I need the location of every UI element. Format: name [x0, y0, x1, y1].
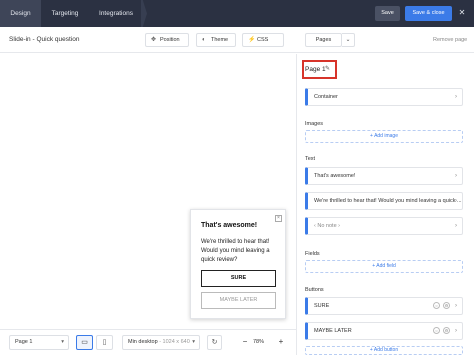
popup-sure-button[interactable]: SURE	[201, 270, 276, 287]
chevron-down-icon[interactable]: ⌄	[342, 33, 355, 47]
css-button[interactable]: ⚡ CSS	[242, 33, 284, 47]
edit-icon[interactable]: ✎	[325, 65, 330, 72]
position-button[interactable]: ✥ Position	[145, 33, 189, 47]
text-item[interactable]: ‹ No note › ›	[305, 217, 463, 235]
add-image-button[interactable]: + Add image	[305, 130, 463, 143]
reset-icon[interactable]: ↻	[207, 335, 222, 350]
canvas-footer: Page 1 ▾ ▭ ▯ Min desktop - 1024 x 640 ▾ …	[0, 329, 296, 355]
tab-separator	[141, 0, 147, 27]
button-item[interactable]: MAYBE LATER ○ ⚙ ›	[305, 322, 463, 340]
add-button-button[interactable]: + Add button	[305, 346, 463, 355]
close-icon[interactable]: ×	[275, 215, 282, 222]
zoom-out-button[interactable]: −	[239, 335, 251, 350]
text-item[interactable]: That's awesome! ›	[305, 167, 463, 185]
mobile-icon[interactable]: ▯	[96, 335, 113, 350]
save-button[interactable]: Save	[375, 6, 400, 21]
container-row[interactable]: Container ›	[305, 88, 463, 106]
theme-icon: ◐	[202, 37, 206, 43]
tab-targeting[interactable]: Targeting	[41, 0, 89, 27]
pages-button[interactable]: Pages	[305, 33, 342, 47]
zoom-level: 78%	[253, 339, 265, 345]
close-icon[interactable]: ✕	[457, 8, 467, 18]
viewport-dims: - 1024 x 640	[159, 339, 190, 345]
slide-in-popup: × That's awesome! We're thrilled to hear…	[190, 209, 286, 319]
buttons-section-label: Buttons	[305, 287, 324, 293]
theme-button[interactable]: ◐ Theme	[196, 33, 236, 47]
page-select-value: Page 1	[15, 339, 33, 345]
add-field-button[interactable]: + Add field	[305, 260, 463, 273]
viewport-label: Min desktop	[128, 339, 158, 345]
visibility-icon[interactable]: ○	[433, 327, 440, 334]
chevron-right-icon: ›	[455, 223, 457, 229]
position-icon: ✥	[151, 37, 157, 43]
text-item-label: That's awesome!	[314, 173, 356, 179]
popup-body: We're thrilled to hear that! Would you m…	[201, 239, 270, 263]
theme-label: Theme	[211, 37, 229, 43]
viewport-select[interactable]: Min desktop - 1024 x 640 ▾	[122, 335, 200, 350]
tab-design[interactable]: Design	[0, 0, 41, 27]
editor-toolbar: Slide-in - Quick question ✥ Position ◐ T…	[0, 27, 474, 53]
button-item[interactable]: SURE ○ ⚙ ›	[305, 297, 463, 315]
save-close-button[interactable]: Save & close	[405, 6, 452, 21]
chevron-right-icon: ›	[455, 328, 457, 334]
visibility-icon[interactable]: ○	[433, 302, 440, 309]
popup-maybe-later-button[interactable]: MAYBE LATER	[201, 292, 276, 309]
button-item-label: MAYBE LATER	[314, 328, 352, 334]
chevron-right-icon: ›	[455, 303, 457, 309]
popup-title: That's awesome!	[201, 222, 258, 229]
container-label: Container	[314, 94, 338, 100]
chevron-down-icon: ▾	[61, 339, 64, 345]
tab-integrations[interactable]: Integrations	[89, 0, 143, 27]
button-item-label: SURE	[314, 303, 330, 309]
desktop-icon[interactable]: ▭	[76, 335, 93, 350]
text-item-label: ‹ No note ›	[314, 223, 340, 229]
chevron-right-icon: ›	[455, 198, 457, 204]
page-name: Page 1	[305, 66, 326, 73]
position-label: Position	[160, 37, 180, 43]
css-label: CSS	[257, 37, 269, 43]
top-nav: Design Targeting Integrations Save Save …	[0, 0, 474, 27]
text-section-label: Text	[305, 156, 316, 162]
chevron-right-icon: ›	[455, 173, 457, 179]
remove-page-link[interactable]: Remove page	[433, 37, 467, 43]
fields-section-label: Fields	[305, 251, 320, 257]
settings-icon[interactable]: ⚙	[443, 327, 450, 334]
page-select[interactable]: Page 1 ▾	[9, 335, 69, 350]
css-icon: ⚡	[248, 37, 256, 43]
zoom-in-button[interactable]: +	[275, 335, 287, 350]
images-section-label: Images	[305, 121, 324, 127]
settings-icon[interactable]: ⚙	[443, 302, 450, 309]
campaign-title: Slide-in - Quick question	[9, 36, 80, 43]
text-item[interactable]: We're thrilled to hear that! Would you m…	[305, 192, 463, 210]
chevron-down-icon: ▾	[192, 339, 195, 345]
text-item-label: We're thrilled to hear that! Would you m…	[314, 198, 462, 204]
chevron-right-icon: ›	[455, 94, 457, 100]
